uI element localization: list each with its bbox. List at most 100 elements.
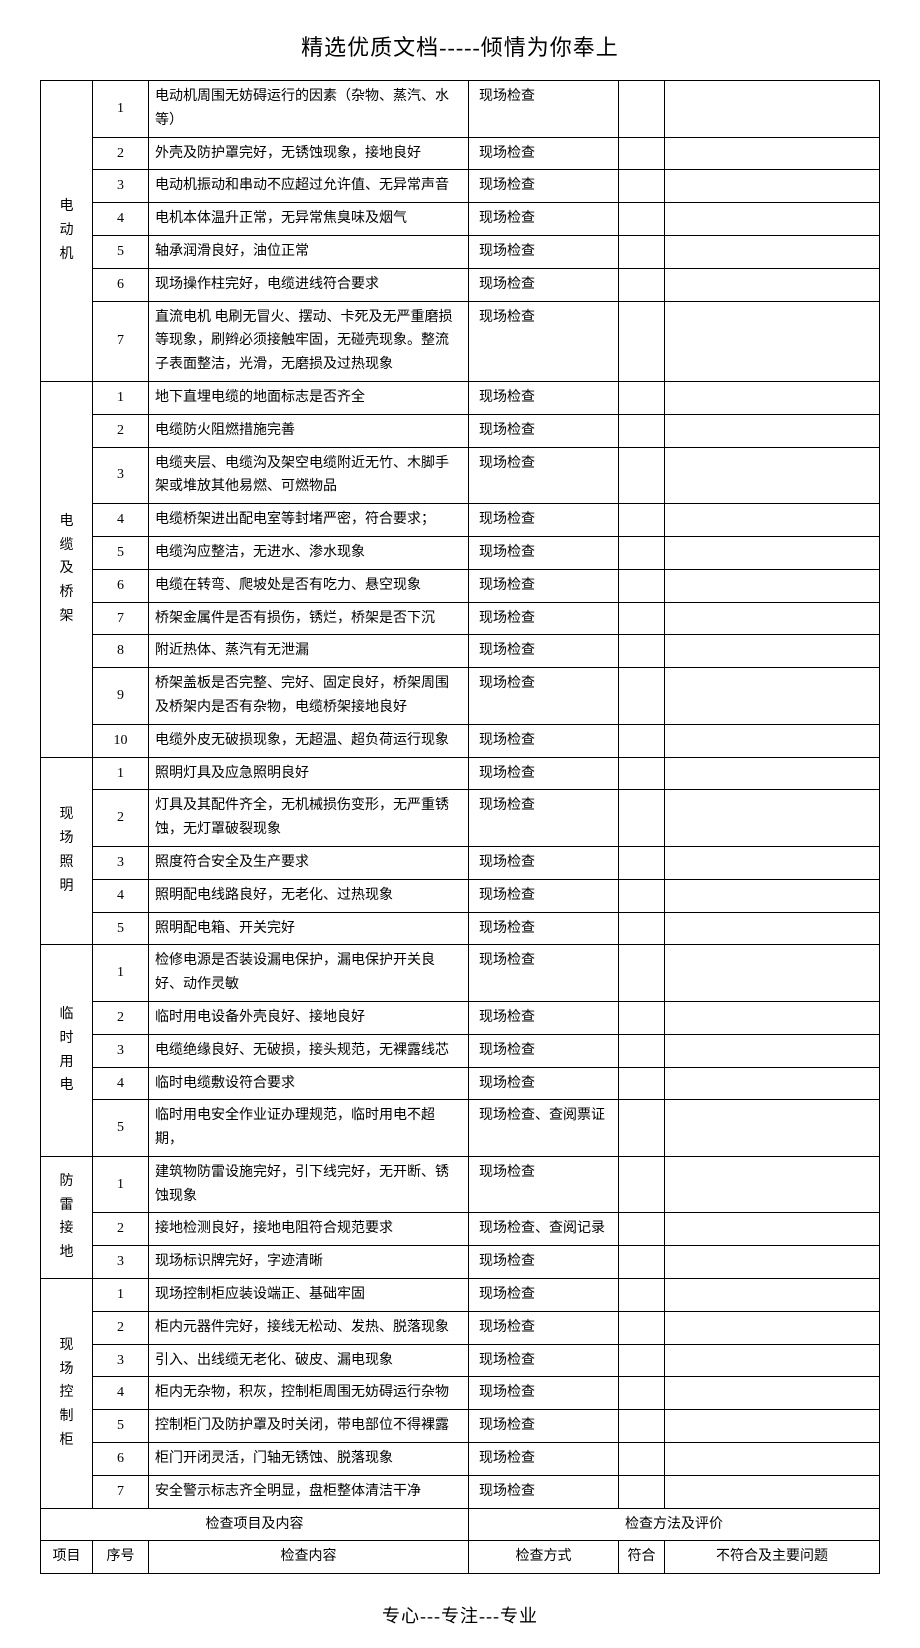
page-header: 精选优质文档-----倾情为你奉上 [40,30,880,62]
fail-cell [665,1100,880,1157]
pass-cell [619,447,665,504]
inspection-table: 电动机1电动机周围无妨碍运行的因素（杂物、蒸汽、水等）现场检查2外壳及防护罩完好… [40,80,880,1574]
pass-cell [619,1410,665,1443]
pass-cell [619,1034,665,1067]
check-content: 电缆夹层、电缆沟及架空电缆附近无竹、木脚手架或堆放其他易燃、可燃物品 [149,447,469,504]
row-number: 5 [93,1410,149,1443]
check-content: 电动机周围无妨碍运行的因素（杂物、蒸汽、水等） [149,81,469,138]
fail-cell [665,1443,880,1476]
check-method: 现场检查 [469,1246,619,1279]
pass-cell [619,301,665,381]
check-content: 现场控制柜应装设端正、基础牢固 [149,1279,469,1312]
check-method: 现场检查 [469,1443,619,1476]
table-row: 防雷接地1建筑物防雷设施完好，引下线完好，无开断、锈蚀现象现场检查 [41,1156,880,1213]
check-content: 桥架盖板是否完整、完好、固定良好，桥架周围及桥架内是否有杂物，电缆桥架接地良好 [149,668,469,725]
table-row: 5轴承润滑良好，油位正常现场检查 [41,235,880,268]
check-content: 安全警示标志齐全明显，盘柜整体清洁干净 [149,1475,469,1508]
row-number: 2 [93,790,149,847]
pass-cell [619,1377,665,1410]
fail-cell [665,1067,880,1100]
fail-cell [665,790,880,847]
check-method: 现场检查、查阅票证 [469,1100,619,1157]
table-row: 8附近热体、蒸汽有无泄漏现场检查 [41,635,880,668]
check-method: 现场检查 [469,536,619,569]
row-number: 8 [93,635,149,668]
pass-cell [619,1156,665,1213]
check-method: 现场检查 [469,846,619,879]
fail-cell [665,1410,880,1443]
table-row: 2接地检测良好，接地电阻符合规范要求现场检查、查阅记录 [41,1213,880,1246]
column-header-cell: 检查内容 [149,1541,469,1574]
check-method: 现场检查 [469,668,619,725]
check-method: 现场检查 [469,504,619,537]
check-content: 电缆绝缘良好、无破损，接头规范，无裸露线芯 [149,1034,469,1067]
row-number: 7 [93,602,149,635]
check-method: 现场检查 [469,724,619,757]
check-content: 地下直埋电缆的地面标志是否齐全 [149,381,469,414]
column-header-cell: 序号 [93,1541,149,1574]
pass-cell [619,1100,665,1157]
check-content: 现场操作柱完好，电缆进线符合要求 [149,268,469,301]
table-row: 4临时电缆敷设符合要求现场检查 [41,1067,880,1100]
check-method: 现场检查 [469,912,619,945]
column-header-cell: 符合 [619,1541,665,1574]
pass-cell [619,1279,665,1312]
pass-cell [619,504,665,537]
check-method: 现场检查 [469,945,619,1002]
check-content: 引入、出线缆无老化、破皮、漏电现象 [149,1344,469,1377]
check-method: 现场检查 [469,635,619,668]
fail-cell [665,757,880,790]
check-content: 电缆在转弯、爬坡处是否有吃力、悬空现象 [149,569,469,602]
check-method: 现场检查 [469,1311,619,1344]
pass-cell [619,846,665,879]
table-row: 5电缆沟应整洁，无进水、渗水现象现场检查 [41,536,880,569]
row-number: 2 [93,1001,149,1034]
pass-cell [619,1311,665,1344]
fail-cell [665,1311,880,1344]
column-header-cell: 不符合及主要问题 [665,1541,880,1574]
check-content: 电缆桥架进出配电室等封堵严密，符合要求； [149,504,469,537]
check-content: 检修电源是否装设漏电保护，漏电保护开关良好、动作灵敏 [149,945,469,1002]
fail-cell [665,602,880,635]
fail-cell [665,414,880,447]
row-number: 4 [93,1067,149,1100]
table-row: 2外壳及防护罩完好，无锈蚀现象，接地良好现场检查 [41,137,880,170]
table-row: 4照明配电线路良好，无老化、过热现象现场检查 [41,879,880,912]
project-cell: 防雷接地 [41,1156,93,1278]
table-row: 6电缆在转弯、爬坡处是否有吃力、悬空现象现场检查 [41,569,880,602]
row-number: 7 [93,1475,149,1508]
check-method: 现场检查 [469,1067,619,1100]
pass-cell [619,1475,665,1508]
fail-cell [665,203,880,236]
table-row: 7直流电机 电刷无冒火、摆动、卡死及无严重磨损等现象，刷辫必须接触牢固，无碰壳现… [41,301,880,381]
check-content: 接地检测良好，接地电阻符合规范要求 [149,1213,469,1246]
pass-cell [619,602,665,635]
table-row: 5临时用电安全作业证办理规范，临时用电不超期，现场检查、查阅票证 [41,1100,880,1157]
fail-cell [665,724,880,757]
check-method: 现场检查 [469,1001,619,1034]
row-number: 2 [93,1213,149,1246]
pass-cell [619,724,665,757]
project-cell: 电缆及桥架 [41,381,93,757]
row-number: 2 [93,137,149,170]
table-row: 3现场标识牌完好，字迹清晰现场检查 [41,1246,880,1279]
pass-cell [619,1067,665,1100]
page-footer: 专心---专注---专业 [40,1602,880,1628]
check-method: 现场检查 [469,447,619,504]
check-method: 现场检查 [469,1156,619,1213]
check-content: 灯具及其配件齐全，无机械损伤变形，无严重锈蚀，无灯罩破裂现象 [149,790,469,847]
pass-cell [619,1213,665,1246]
row-number: 4 [93,504,149,537]
header-check-items: 检查项目及内容 [41,1508,469,1541]
table-row: 电动机1电动机周围无妨碍运行的因素（杂物、蒸汽、水等）现场检查 [41,81,880,138]
row-number: 5 [93,235,149,268]
row-number: 6 [93,1443,149,1476]
pass-cell [619,137,665,170]
fail-cell [665,1279,880,1312]
row-number: 1 [93,945,149,1002]
table-row: 7安全警示标志齐全明显，盘柜整体清洁干净现场检查 [41,1475,880,1508]
check-content: 现场标识牌完好，字迹清晰 [149,1246,469,1279]
fail-cell [665,846,880,879]
check-content: 照明配电箱、开关完好 [149,912,469,945]
check-content: 临时用电设备外壳良好、接地良好 [149,1001,469,1034]
